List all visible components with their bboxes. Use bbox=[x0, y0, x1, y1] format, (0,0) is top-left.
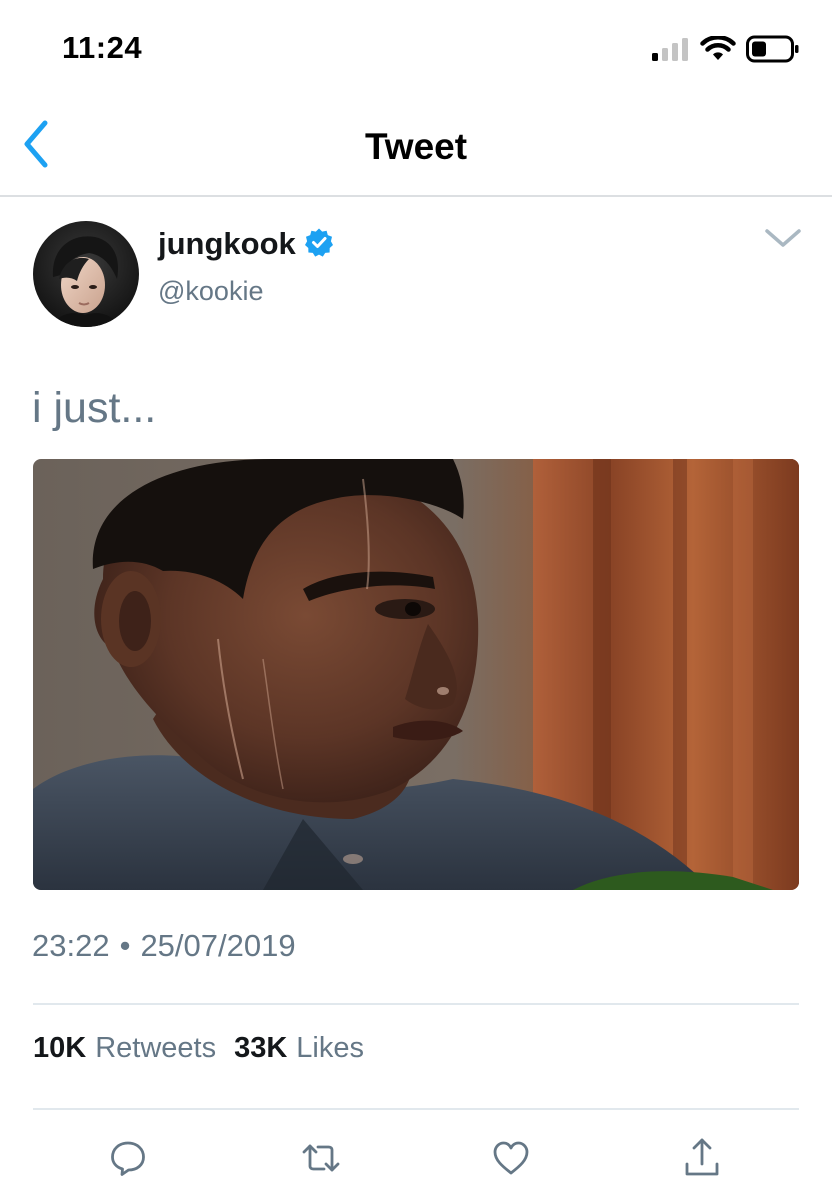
author-name-row[interactable]: jungkook bbox=[158, 226, 334, 262]
likes-count: 33K bbox=[234, 1032, 288, 1064]
like-button[interactable] bbox=[487, 1136, 535, 1184]
retweet-button[interactable] bbox=[297, 1136, 345, 1184]
status-bar: 11:24 bbox=[0, 0, 832, 100]
retweets-label: Retweets bbox=[95, 1032, 217, 1064]
share-icon bbox=[682, 1136, 722, 1185]
divider bbox=[33, 1108, 799, 1110]
verified-badge-icon bbox=[304, 227, 334, 262]
likes-stat[interactable]: 33K Likes bbox=[234, 1032, 364, 1065]
tweet-action-bar bbox=[0, 1130, 832, 1190]
tweet-options-button[interactable] bbox=[760, 224, 806, 256]
avatar[interactable] bbox=[33, 221, 139, 327]
divider bbox=[33, 1003, 799, 1005]
retweets-stat[interactable]: 10K Retweets bbox=[33, 1032, 216, 1065]
page-title: Tweet bbox=[364, 126, 468, 167]
nav-bar: Tweet bbox=[0, 100, 832, 197]
tweet-timestamp: 23:22 • 25/07/2019 bbox=[32, 928, 296, 964]
chevron-down-icon bbox=[763, 226, 803, 255]
reply-button[interactable] bbox=[104, 1136, 152, 1184]
tweet-time: 23:22 bbox=[32, 928, 110, 963]
author-handle[interactable]: @kookie bbox=[158, 276, 263, 307]
tweet-detail-screen: 11:24 Tweet jungkook @kookie i just... 2… bbox=[0, 0, 832, 1200]
retweet-icon bbox=[299, 1138, 343, 1183]
likes-label: Likes bbox=[296, 1032, 364, 1064]
reply-icon bbox=[108, 1138, 148, 1183]
wifi-icon bbox=[700, 34, 736, 67]
status-time: 11:24 bbox=[62, 30, 143, 65]
retweets-count: 10K bbox=[33, 1032, 87, 1064]
battery-icon bbox=[746, 35, 800, 68]
tweet-date: 25/07/2019 bbox=[140, 928, 296, 963]
share-button[interactable] bbox=[678, 1136, 726, 1184]
status-icons bbox=[652, 34, 800, 68]
tweet-text: i just... bbox=[32, 384, 157, 432]
tweet-stats: 10K Retweets 33K Likes bbox=[33, 1032, 364, 1065]
author-display-name[interactable]: jungkook bbox=[158, 226, 296, 262]
tweet-photo[interactable] bbox=[33, 459, 799, 890]
cellular-signal-icon bbox=[652, 37, 690, 66]
like-icon bbox=[491, 1139, 531, 1182]
timestamp-separator: • bbox=[119, 928, 131, 963]
